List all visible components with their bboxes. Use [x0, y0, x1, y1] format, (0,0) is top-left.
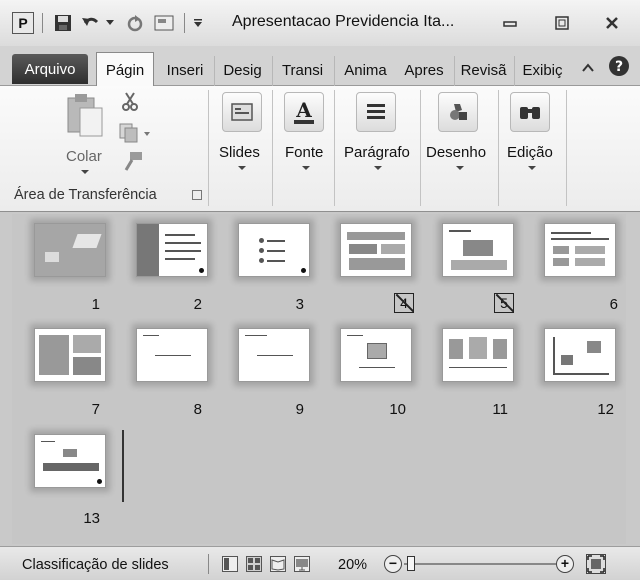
normal-view-icon[interactable] — [222, 556, 238, 572]
start-slideshow-icon[interactable] — [152, 12, 176, 34]
slideshow-view-icon[interactable] — [294, 556, 310, 572]
tab-transicoes[interactable]: Transi — [272, 56, 332, 86]
fit-to-window-icon[interactable] — [586, 554, 606, 574]
slide-number-6: 6 — [609, 296, 618, 313]
slide-thumbnail-8[interactable] — [136, 328, 208, 382]
slide-thumbnail-11[interactable] — [442, 328, 514, 382]
slides-dropdown-icon[interactable] — [238, 166, 246, 170]
drawing-button-label[interactable]: Desenho — [426, 144, 486, 161]
paragraph-dropdown-icon[interactable] — [374, 166, 382, 170]
ribbon-tab-row: Arquivo Págin Inseri Desig Transi Anima … — [0, 46, 640, 87]
tab-apresentacao[interactable]: Apres — [396, 56, 452, 86]
svg-text:?: ? — [615, 59, 623, 75]
document-title: Apresentacao Previdencia Ita... — [232, 13, 455, 30]
slide-thumbnail-12[interactable] — [544, 328, 616, 382]
slide-thumbnail-6[interactable] — [544, 223, 616, 277]
tab-design[interactable]: Desig — [214, 56, 270, 86]
slide-number-10: 10 — [389, 401, 406, 418]
slide-thumbnail-9[interactable] — [238, 328, 310, 382]
copy-icon[interactable] — [118, 122, 152, 144]
slide-sorter-view-icon[interactable] — [246, 556, 262, 572]
slide-number-9: 9 — [295, 401, 304, 418]
font-dropdown-icon[interactable] — [302, 166, 310, 170]
separator — [42, 13, 43, 33]
minimize-ribbon-icon[interactable] — [576, 56, 600, 80]
tab-animacoes[interactable]: Anima — [334, 56, 396, 86]
editing-dropdown-icon[interactable] — [528, 166, 536, 170]
slide-number-2: 2 — [193, 296, 202, 313]
tab-revisao[interactable]: Revisã — [454, 56, 512, 86]
close-button[interactable] — [598, 11, 626, 35]
zoom-slider-track[interactable] — [404, 563, 556, 565]
status-bar: Classificação de slides 20% − + — [0, 546, 640, 580]
save-icon[interactable] — [52, 12, 74, 34]
zoom-in-button[interactable]: + — [556, 555, 574, 573]
title-bar: P Apresentacao Previdencia Ita... — [0, 0, 640, 46]
slide-thumbnail-7[interactable] — [34, 328, 106, 382]
slide-thumbnail-2[interactable] — [136, 223, 208, 277]
reading-view-icon[interactable] — [270, 556, 286, 572]
slide-number-11: 11 — [492, 401, 508, 418]
zoom-slider-thumb[interactable] — [407, 556, 415, 571]
group-separator — [420, 90, 421, 206]
tab-inserir[interactable]: Inseri — [158, 56, 212, 86]
undo-dropdown-icon[interactable] — [104, 12, 116, 34]
slide-thumbnail-4[interactable] — [340, 223, 412, 277]
hidden-slide-number-5: 5 — [494, 293, 514, 313]
separator — [184, 13, 185, 33]
slide-number-8: 8 — [193, 401, 202, 418]
paragraph-button-label[interactable]: Parágrafo — [344, 144, 410, 161]
slides-icon[interactable] — [222, 92, 262, 132]
separator — [208, 554, 209, 574]
svg-text:A: A — [295, 99, 312, 122]
clipboard-dialog-launcher-icon[interactable] — [192, 190, 202, 200]
help-icon[interactable]: ? — [606, 54, 632, 78]
find-binoculars-icon[interactable] — [510, 92, 550, 132]
repeat-icon[interactable] — [124, 12, 146, 34]
undo-icon[interactable] — [80, 12, 102, 34]
view-mode-label: Classificação de slides — [22, 557, 169, 573]
slide-thumbnail-13[interactable] — [34, 434, 106, 488]
slides-button-label[interactable]: Slides — [219, 144, 260, 161]
hidden-slide-number-4: 4 — [394, 293, 414, 313]
paragraph-icon[interactable] — [356, 92, 396, 132]
slide-number-7: 7 — [91, 401, 100, 418]
group-separator — [566, 90, 567, 206]
clipboard-group-label: Área de Transferência — [14, 187, 157, 203]
minimize-button[interactable] — [496, 11, 524, 35]
format-painter-icon[interactable] — [120, 150, 144, 174]
customize-toolbar-icon[interactable] — [190, 12, 206, 34]
cut-icon[interactable] — [120, 92, 140, 112]
drawing-dropdown-icon[interactable] — [456, 166, 464, 170]
powerpoint-app-icon[interactable]: P — [12, 12, 34, 34]
paste-label[interactable]: Colar — [66, 148, 102, 165]
group-separator — [334, 90, 335, 206]
tab-pagina-inicial[interactable]: Págin — [96, 52, 154, 87]
maximize-button[interactable] — [548, 11, 576, 35]
font-button-label[interactable]: Fonte — [285, 144, 323, 161]
slide-number-13: 13 — [83, 510, 100, 527]
tab-exibicao[interactable]: Exibiç — [514, 56, 570, 86]
group-separator — [498, 90, 499, 206]
drawing-icon[interactable] — [438, 92, 478, 132]
slide-thumbnail-10[interactable] — [340, 328, 412, 382]
paste-dropdown-icon[interactable] — [81, 170, 89, 174]
slide-number-1: 1 — [91, 296, 100, 313]
font-icon[interactable]: A — [284, 92, 324, 132]
editing-button-label[interactable]: Edição — [507, 144, 553, 161]
group-separator — [208, 90, 209, 206]
ribbon: Colar Área de Transferência Slides A Fon… — [0, 86, 640, 212]
slide-number-3: 3 — [295, 296, 304, 313]
slide-thumbnail-5[interactable] — [442, 223, 514, 277]
zoom-out-button[interactable]: − — [384, 555, 402, 573]
zoom-level[interactable]: 20% — [338, 557, 367, 573]
slide-thumbnail-3[interactable] — [238, 223, 310, 277]
group-separator — [272, 90, 273, 206]
slide-insertion-marker — [122, 430, 124, 502]
slide-thumbnail-1[interactable] — [34, 223, 106, 277]
tab-arquivo[interactable]: Arquivo — [12, 54, 88, 84]
paste-icon[interactable] — [64, 92, 106, 138]
slide-number-12: 12 — [597, 401, 614, 418]
